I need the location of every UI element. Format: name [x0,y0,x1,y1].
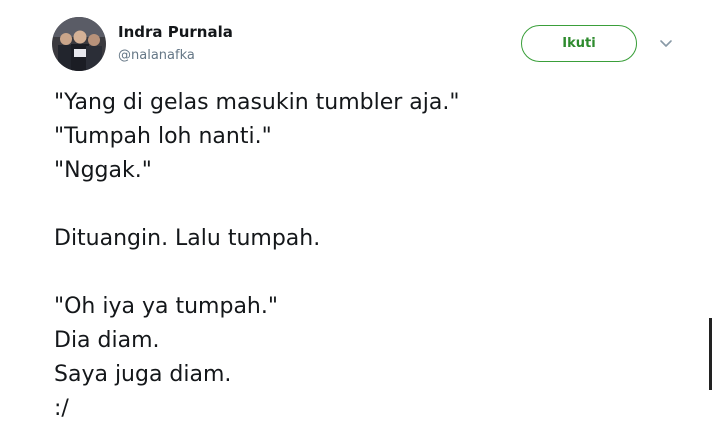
tweet-line: Dituangin. Lalu tumpah. [54,226,321,251]
tweet-card: Indra Purnala @nalanafka Ikuti "Yang di … [0,0,716,436]
tweet-line: "Yang di gelas masukin tumbler aja." [54,90,460,115]
tweet-line: Dia diam. [54,328,160,353]
tweet-line: "Nggak." [54,158,152,183]
avatar[interactable] [52,17,106,71]
author-handle[interactable]: @nalanafka [118,48,195,63]
tweet-line: "Oh iya ya tumpah." [54,294,278,319]
follow-button[interactable]: Ikuti [521,25,637,62]
tweet-line: :/ [54,396,69,421]
tweet-text: "Yang di gelas masukin tumbler aja." "Tu… [54,86,459,426]
avatar-photo [52,17,106,71]
tweet-line: Saya juga diam. [54,362,232,387]
follow-button-label: Ikuti [562,36,596,51]
author-name[interactable]: Indra Purnala [118,23,233,41]
tweet-line: "Tumpah loh nanti." [54,124,272,149]
chevron-down-icon[interactable] [658,38,674,50]
scrollbar[interactable] [709,318,712,390]
